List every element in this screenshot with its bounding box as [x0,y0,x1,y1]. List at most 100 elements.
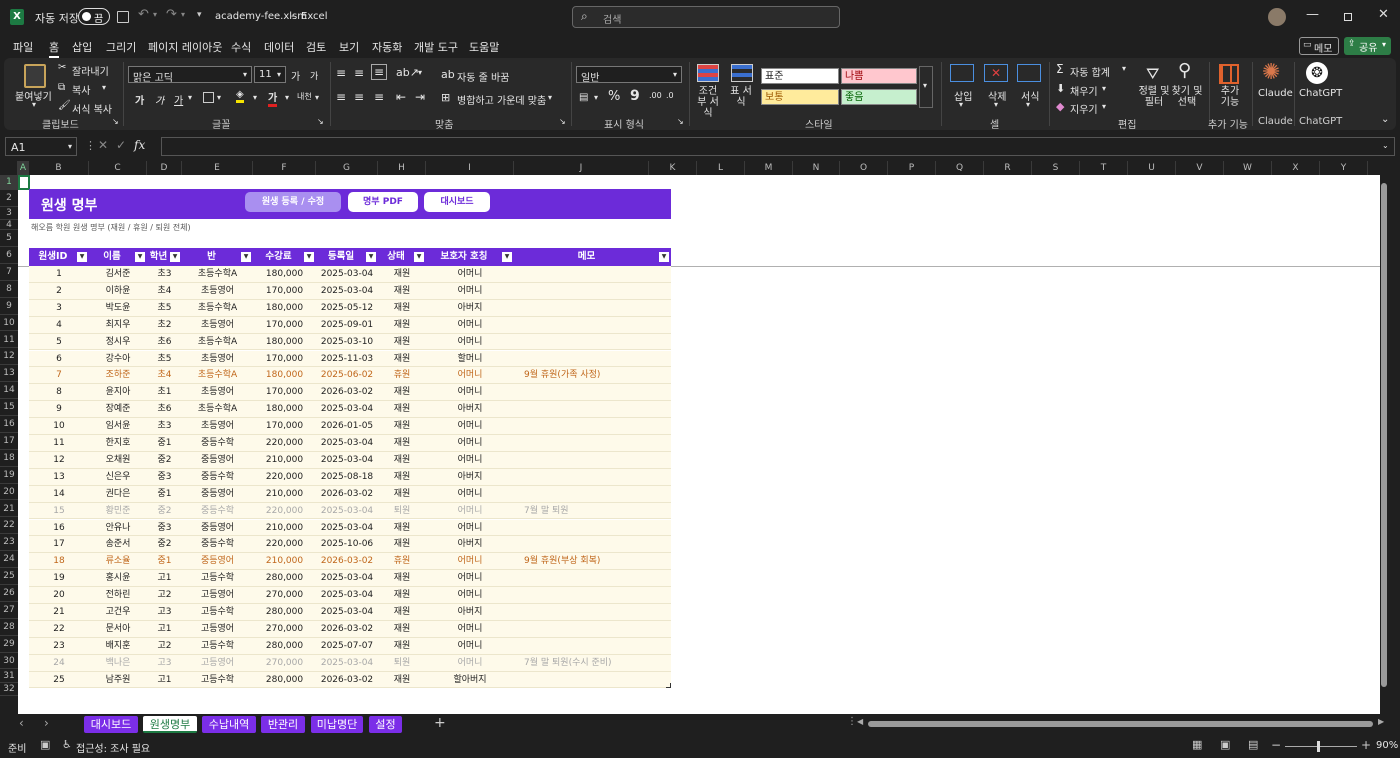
bold-button[interactable]: 가 [135,92,144,107]
row-header[interactable]: 26 [0,585,18,602]
decrease-indent-icon[interactable]: ⇤ [396,90,406,104]
table-row[interactable]: 15 황민준 중2 중등수학 220,000 2025-03-04 퇴원 어머니 7월 말 퇴원 [29,502,671,520]
table-row[interactable]: 24 백나은 고3 고등영어 270,000 2025-03-04 퇴원 어머니 7월 말 퇴원… [29,654,671,672]
collapse-ribbon-icon[interactable]: ⌄ [1381,114,1389,125]
row-header[interactable]: 10 [0,315,18,332]
tab-scroll-left-icon[interactable]: ‹ [19,716,24,730]
row-header[interactable]: 16 [0,416,18,433]
accessibility-icon[interactable]: ♿ [62,738,72,751]
column-header[interactable]: M [745,161,793,175]
fill-dropdown-icon[interactable]: ▾ [1102,84,1106,93]
merge-icon[interactable]: ⊞ [441,91,450,104]
fill-icon[interactable]: ⬇ [1056,82,1065,95]
row-header[interactable]: 4 [0,220,18,230]
menu-data[interactable]: 데이터 [264,39,294,55]
minimize-icon[interactable]: — [1306,7,1319,22]
table-row[interactable]: 20 전하린 고2 고등영어 270,000 2025-03-04 재원 어머니 [29,587,671,604]
row-header[interactable]: 12 [0,348,18,366]
menu-home[interactable]: 홈 [49,39,60,58]
orientation-icon[interactable]: ab↗ [396,66,419,79]
scroll-left-icon[interactable]: ◀ [857,717,863,726]
format-cells-icon[interactable] [1017,64,1041,82]
conditional-formatting-button[interactable]: 조건부 서식 [695,86,721,119]
row-header[interactable]: 9 [0,298,18,315]
filter-dropdown-icon[interactable]: ▼ [241,252,251,262]
table-row[interactable]: 19 홍시윤 고1 고등수학 280,000 2025-03-04 재원 어머니 [29,570,671,588]
column-header[interactable]: V [1176,161,1224,175]
row-header[interactable]: 22 [0,517,18,535]
worksheet-grid[interactable]: 원생 명부 원생 등록 / 수정 명부 PDF 대시보드 해오름 학원 원생 명… [18,175,1388,714]
column-header[interactable]: H [378,161,426,175]
autosum-dropdown-icon[interactable]: ▾ [1122,64,1126,73]
menu-help[interactable]: 도움말 [469,39,499,55]
row-header[interactable]: 1 [0,175,18,190]
fill-button[interactable]: 채우기 [1070,83,1098,98]
table-row[interactable]: 4 최지우 초2 초등영어 170,000 2025-09-01 재원 어머니 [29,316,671,334]
addins-icon[interactable] [1219,64,1239,84]
horizontal-scrollbar[interactable]: ◀ ▶ [857,717,1388,730]
format-painter-icon[interactable]: 🖌 [58,100,71,111]
column-header[interactable]: D [147,161,182,175]
column-header[interactable]: J [514,161,649,175]
table-row[interactable]: 8 윤지아 초1 초등영어 170,000 2026-03-02 재원 어머니 [29,384,671,402]
formula-bar-options-icon[interactable]: ⋮ [85,139,96,152]
table-row[interactable]: 9 장예준 초6 초등수학A 180,000 2025-03-04 재원 아버지 [29,401,671,419]
zoom-slider[interactable] [1285,741,1357,752]
increase-decimal-icon[interactable]: .00 [649,91,662,100]
menu-review[interactable]: 검토 [306,39,326,55]
filter-dropdown-icon[interactable]: ▼ [77,252,87,262]
align-middle-icon[interactable]: ≡ [354,66,364,80]
select-all-corner[interactable] [0,161,18,175]
font-size-select[interactable]: 11 ▾ [254,66,286,83]
claude-button[interactable]: Claude [1258,88,1293,99]
merge-center-button[interactable]: 병합하고 가운데 맞춤 [457,92,546,107]
copy-dropdown-icon[interactable]: ▾ [102,83,106,92]
row-header[interactable]: 21 [0,501,18,518]
copy-button[interactable]: 복사 [72,82,90,97]
column-header[interactable]: L [697,161,745,175]
column-header[interactable]: B [29,161,89,175]
paste-icon[interactable] [24,64,46,88]
styles-gallery-scroll[interactable]: ▾ [919,66,933,108]
restore-icon[interactable] [1344,13,1352,21]
row-header[interactable]: 31 [0,670,18,683]
save-icon[interactable] [117,11,129,23]
autosum-button[interactable]: 자동 합계 [1070,64,1110,79]
table-row[interactable]: 18 류소율 중1 중등영어 210,000 2026-03-02 휴원 어머니 9월 휴원(부… [29,553,671,571]
row-header[interactable]: 5 [0,230,18,247]
row-header[interactable]: 29 [0,636,18,653]
underline-button[interactable]: 가 [174,92,183,107]
avatar[interactable] [1268,8,1286,26]
align-right-icon[interactable]: ≡ [374,90,384,104]
phonetic-dropdown-icon[interactable]: ▾ [315,93,319,102]
tab-split-handle-icon[interactable]: ⋮ [847,716,857,727]
delete-dropdown-icon[interactable]: ▾ [994,100,998,109]
zoom-out-icon[interactable]: − [1271,738,1281,752]
column-header[interactable]: R [984,161,1032,175]
clear-button[interactable]: 지우기 [1070,101,1098,116]
percent-icon[interactable]: % [608,89,620,104]
table-row[interactable]: 11 한지호 중1 중등수학 220,000 2025-03-04 재원 어머니 [29,435,671,452]
font-color-icon[interactable]: 가 [268,89,278,107]
undo-dropdown-icon[interactable]: ▾ [153,10,157,19]
redo-icon[interactable]: ↷ [166,7,177,22]
column-header[interactable]: F [253,161,316,175]
orientation-dropdown-icon[interactable]: ▾ [418,68,422,77]
menu-draw[interactable]: 그리기 [106,39,136,55]
row-header[interactable]: 6 [0,247,18,264]
format-cells-button[interactable]: 서식 [1021,88,1039,103]
cut-icon[interactable]: ✂ [58,62,66,73]
decrease-decimal-icon[interactable]: .0 [666,91,674,100]
tab-dashboard[interactable]: 대시보드 [84,716,138,733]
insert-cells-button[interactable]: 삽입 [954,88,972,103]
accessibility-status[interactable]: 접근성: 조사 필요 [76,740,150,755]
comma-style-icon[interactable]: 9 [630,88,640,104]
row-header[interactable]: 28 [0,619,18,636]
column-header[interactable]: P [888,161,936,175]
delete-cells-icon[interactable]: ✕ [984,64,1008,82]
column-header[interactable]: C [89,161,147,175]
customize-qat-icon[interactable]: ▾ [197,10,202,20]
row-header[interactable]: 18 [0,450,18,467]
table-row[interactable]: 12 오채원 중2 중등영어 210,000 2025-03-04 재원 어머니 [29,451,671,469]
underline-dropdown-icon[interactable]: ▾ [188,93,192,102]
